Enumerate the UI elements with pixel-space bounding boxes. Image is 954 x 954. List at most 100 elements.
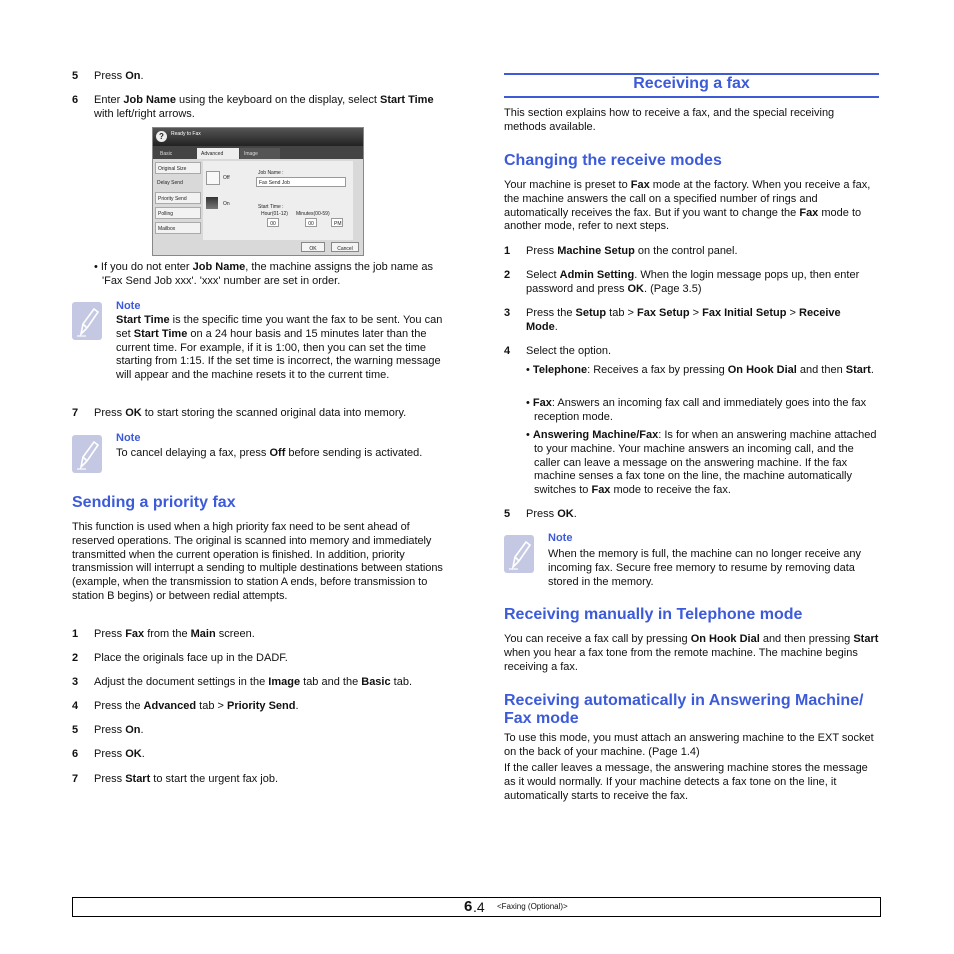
- minutes-field: 00: [305, 218, 317, 227]
- paragraph: You can receive a fax call by pressing O…: [504, 633, 879, 674]
- text-run: To use this mode, you must attach an ans…: [504, 732, 874, 758]
- minutes-label: Minutes(00-59): [296, 211, 330, 217]
- text-run: Admin Setting: [559, 269, 635, 281]
- text-run: and then: [796, 364, 846, 376]
- text-run: •: [526, 397, 533, 409]
- step-text: Enter Job Name using the keyboard on the…: [94, 94, 439, 122]
- text-run: Start: [853, 633, 879, 645]
- screen-cancel-button: Cancel: [331, 242, 359, 252]
- tab-image: Image: [240, 148, 280, 159]
- text-run: from the: [144, 628, 191, 640]
- step-number: 5: [72, 70, 79, 82]
- text-run: . (Page 3.5): [644, 282, 702, 295]
- text-run: .: [554, 320, 558, 333]
- text-run: Fax: [125, 628, 145, 640]
- side-polling: Polling: [155, 207, 201, 219]
- text-run: Press: [94, 724, 126, 736]
- text-run: Telephone: [532, 364, 588, 376]
- off-label: Off: [223, 175, 230, 181]
- side-priority-send: Priority Send: [155, 192, 201, 204]
- job-name-field: Fax Send Job: [256, 177, 346, 187]
- step-text: Press OK to start storing the scanned or…: [94, 407, 445, 421]
- step-number: 7: [72, 407, 79, 419]
- text-run: Fax Initial Setup: [702, 307, 787, 319]
- text-run: Enter: [94, 94, 124, 106]
- job-name-label: Job Name :: [258, 170, 284, 176]
- text-run: • If you do not enter: [94, 261, 193, 273]
- ampm-field: PM: [331, 218, 343, 227]
- text-run: tab >: [606, 307, 637, 319]
- text-run: •: [526, 429, 533, 441]
- footer-section: <Faxing (Optional)>: [497, 902, 568, 911]
- footer-chapter: 6: [464, 898, 473, 915]
- text-run: Fax: [799, 206, 819, 219]
- text-run: to start storing the scanned original da…: [141, 407, 407, 419]
- note-text: When the memory is full, the machine can…: [548, 548, 882, 589]
- text-run: On: [125, 724, 141, 736]
- step-text: Select Admin Setting. When the login mes…: [526, 269, 871, 297]
- text-run: .: [141, 748, 145, 760]
- text-run: Fax: [591, 484, 611, 497]
- note-label: Note: [116, 432, 141, 444]
- step-number: 7: [72, 773, 79, 785]
- screen-tabs: Basic Advanced Image: [153, 146, 363, 159]
- step-text: Press Start to start the urgent fax job.: [94, 773, 445, 787]
- option-item: • Answering Machine/Fax: Is for when an …: [526, 429, 878, 498]
- text-run: Fax: [630, 179, 650, 191]
- text-run: You can receive a fax call by pressing: [504, 633, 691, 645]
- text-run: OK: [627, 282, 645, 295]
- text-run: Off: [269, 447, 286, 459]
- screen-title-bar: ? Ready to Fax: [153, 128, 363, 146]
- on-toggle: [206, 197, 218, 209]
- text-run: >: [689, 307, 703, 319]
- section-heading: Receiving automatically in Answering Mac…: [504, 692, 864, 727]
- step-text: Select the option.: [526, 345, 871, 359]
- screen-ok-button: OK: [301, 242, 325, 252]
- text-run: This function is used when a high priori…: [72, 521, 443, 602]
- step-number: 6: [72, 94, 79, 106]
- text-run: .: [140, 70, 144, 82]
- text-run: This section explains how to receive a f…: [504, 107, 835, 133]
- text-run: : Receives a fax by pressing: [587, 364, 728, 376]
- text-run: Place the originals face up in the DADF.: [94, 652, 288, 664]
- side-delay-send: Delay Send: [155, 177, 201, 189]
- text-run: On Hook Dial: [690, 633, 760, 645]
- step-text: Press Fax from the Main screen.: [94, 628, 445, 642]
- step-text: Place the originals face up in the DADF.: [94, 652, 445, 666]
- option-item: • Telephone: Receives a fax by pressing …: [526, 364, 878, 378]
- text-run: If the caller leaves a message, the answ…: [504, 762, 868, 802]
- text-run: Main: [190, 628, 216, 640]
- off-toggle: [206, 171, 220, 185]
- footer-page: .4: [473, 899, 485, 915]
- text-run: Advanced: [143, 700, 197, 712]
- text-run: Press: [94, 628, 126, 640]
- text-run: Press the: [94, 700, 144, 712]
- text-run: Press the: [526, 307, 576, 319]
- paragraph: Your machine is preset to Fax mode at th…: [504, 179, 879, 234]
- text-run: Press: [526, 508, 558, 520]
- text-run: on the control panel.: [634, 245, 738, 257]
- screen-title: Ready to Fax: [171, 131, 201, 137]
- text-run: when you hear a fax tone from the remote…: [504, 646, 858, 673]
- step-number: 3: [72, 676, 79, 688]
- hour-label: Hour(01-12): [261, 211, 288, 217]
- text-run: Start: [845, 364, 871, 376]
- help-icon: ?: [156, 131, 167, 142]
- paragraph: To use this mode, you must attach an ans…: [504, 732, 879, 760]
- text-run: screen.: [215, 628, 255, 640]
- section-heading: Receiving manually in Telephone mode: [504, 606, 803, 623]
- note-icon: [72, 302, 102, 340]
- text-run: OK: [557, 508, 574, 520]
- text-run: mode to receive the fax.: [610, 484, 731, 497]
- step-text: Press On.: [94, 70, 445, 84]
- text-run: Image: [268, 676, 301, 688]
- step-text: Press OK.: [526, 508, 879, 522]
- text-run: Fax: [532, 397, 552, 409]
- text-run: Press: [94, 70, 126, 82]
- paragraph: This function is used when a high priori…: [72, 521, 447, 604]
- text-run: Adjust the document settings in the: [94, 676, 269, 688]
- text-run: Job Name: [123, 94, 176, 106]
- text-run: Press: [526, 245, 558, 257]
- footer: 6 .4 <Faxing (Optional)>: [72, 897, 881, 917]
- fax-screen-screenshot: ? Ready to Fax Basic Advanced Image Orig…: [152, 127, 364, 256]
